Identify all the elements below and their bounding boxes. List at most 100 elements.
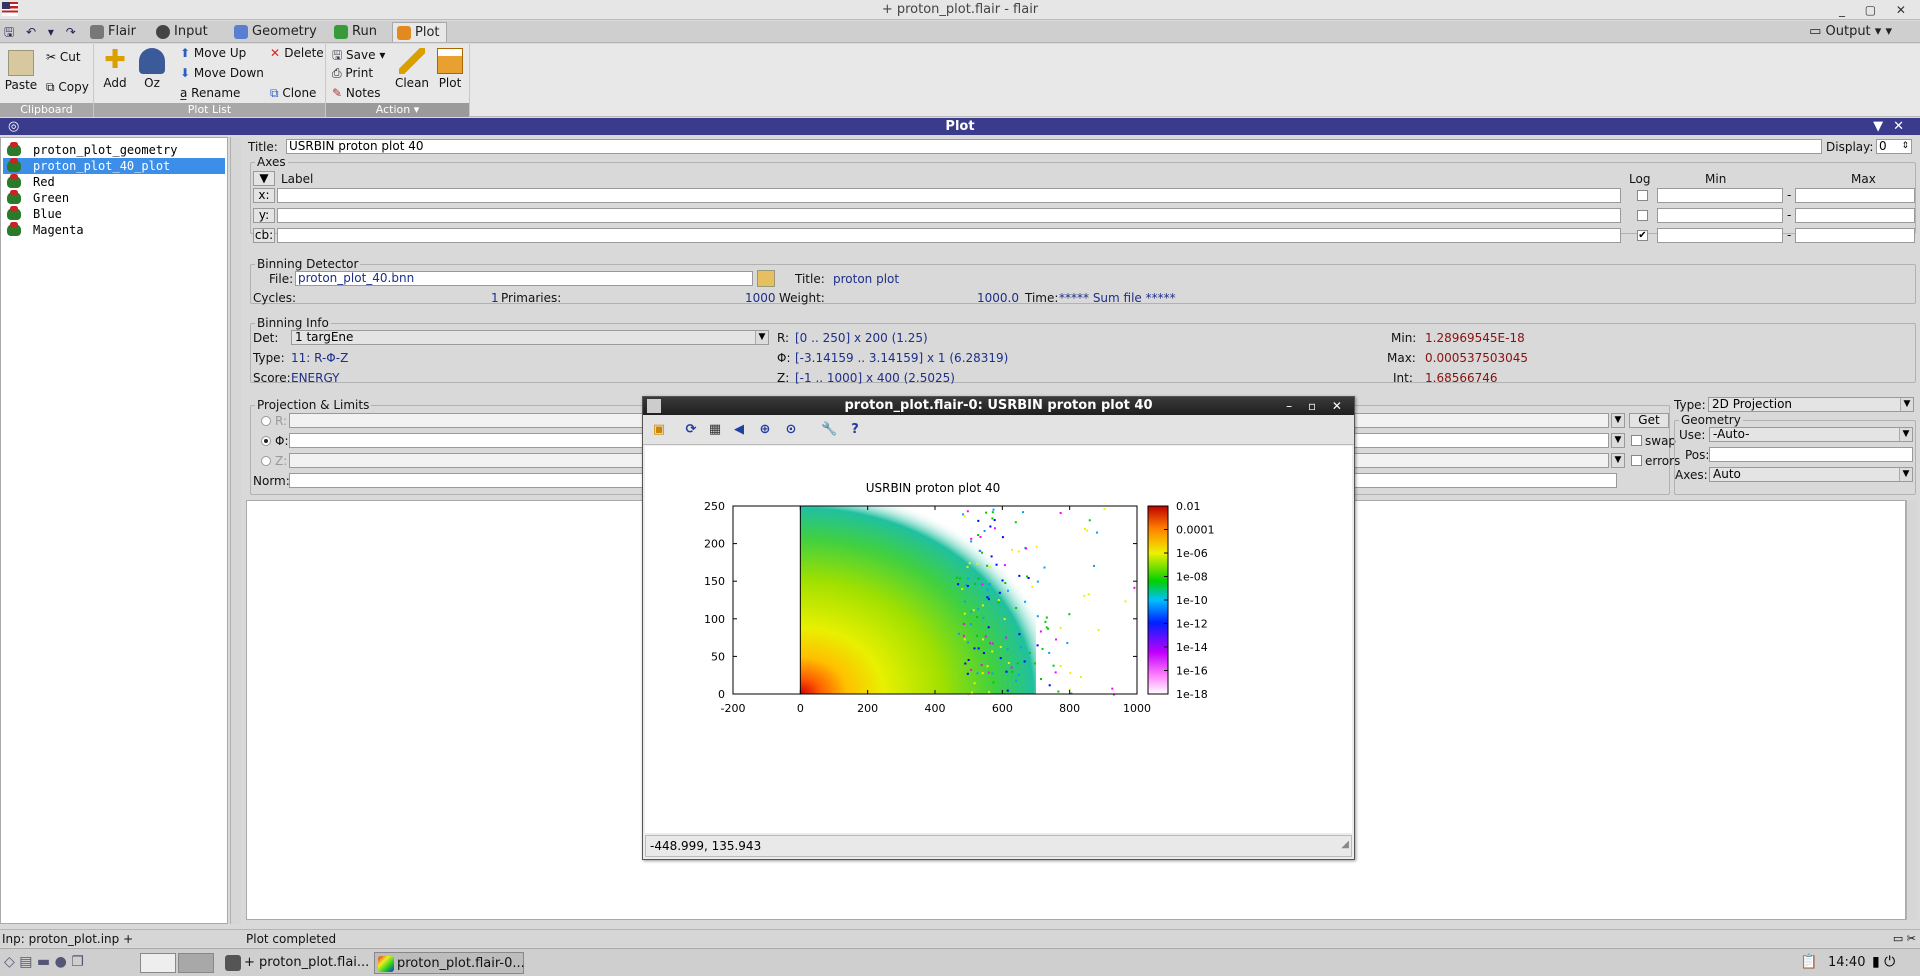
use-label: Use: bbox=[1679, 428, 1706, 442]
refresh-icon[interactable]: ⟳ bbox=[683, 422, 699, 438]
display-spinbox[interactable]: 0 ⇕ bbox=[1876, 139, 1912, 154]
x-axis-button[interactable]: x: bbox=[253, 188, 275, 203]
clipboard-tray-icon[interactable]: 📋 bbox=[1800, 954, 1817, 970]
cb-label-input[interactable] bbox=[277, 228, 1621, 243]
detector-select[interactable]: 1 targEne ▼ bbox=[291, 330, 769, 345]
oz-button[interactable]: Oz bbox=[136, 48, 168, 90]
move-up-button[interactable]: ⬆ Move Up bbox=[180, 46, 246, 60]
workspace-1[interactable] bbox=[140, 953, 176, 973]
weight-value: 1000.0 bbox=[977, 291, 1019, 305]
cb-axis-button[interactable]: cb: bbox=[253, 228, 275, 243]
geometry-use-select[interactable]: -Auto- ▼ bbox=[1709, 427, 1913, 442]
taskbar-plot-window[interactable]: proton_plot.flair-0... bbox=[374, 952, 525, 974]
add-button[interactable]: ✚ Add bbox=[100, 47, 130, 90]
axes-menu-button[interactable]: ▼ bbox=[253, 171, 275, 186]
get-button[interactable]: Get bbox=[1629, 413, 1669, 428]
panel-controls[interactable]: ▼✕ bbox=[1873, 118, 1914, 135]
heat-region bbox=[800, 506, 1036, 694]
clean-button[interactable]: Clean bbox=[394, 48, 430, 90]
panel-menu-icon[interactable]: ◎ bbox=[8, 118, 19, 135]
plot-button[interactable]: Plot bbox=[434, 48, 466, 90]
rename-button[interactable]: a̲ Rename bbox=[180, 86, 240, 100]
heat-cell bbox=[1031, 585, 1034, 588]
zoom-fit-icon[interactable]: ⊙ bbox=[783, 422, 799, 438]
y-axis-button[interactable]: y: bbox=[253, 208, 275, 223]
x-max-input[interactable] bbox=[1795, 188, 1915, 203]
move-down-button[interactable]: ⬇ Move Down bbox=[180, 66, 264, 80]
tab-plot[interactable]: Plot bbox=[392, 22, 447, 42]
y-max-input[interactable] bbox=[1795, 208, 1915, 223]
phi-info-label: Φ: bbox=[777, 351, 791, 365]
clone-button[interactable]: ⧉ Clone bbox=[270, 86, 316, 101]
workspace-2[interactable] bbox=[178, 953, 214, 973]
phi-limits-dropdown[interactable]: ▼ bbox=[1611, 433, 1625, 448]
notes-button[interactable]: ✎ Notes bbox=[332, 86, 381, 100]
launcher-icons[interactable]: ◇ ▤ ▬ ● ❐ bbox=[4, 954, 84, 970]
print-button[interactable]: ⎙ Print bbox=[332, 66, 373, 81]
list-item[interactable]: proton_plot_40_plot bbox=[3, 158, 225, 174]
y-label-input[interactable] bbox=[277, 208, 1621, 223]
heat-cell bbox=[1003, 564, 1006, 567]
colorbar-tick-label: 0.01 bbox=[1176, 500, 1201, 513]
tab-geometry[interactable]: Geometry bbox=[230, 22, 323, 42]
proj-type-select[interactable]: 2D Projection ▼ bbox=[1708, 397, 1914, 412]
r-radio[interactable] bbox=[261, 416, 271, 426]
plot-window-controls[interactable]: – ▫ ✕ bbox=[1286, 397, 1348, 415]
int-info-label: Int: bbox=[1393, 371, 1413, 385]
tray-status-icons[interactable]: ▮ ⏻ bbox=[1872, 954, 1895, 970]
list-item[interactable]: Green bbox=[3, 190, 225, 206]
list-item[interactable]: Magenta bbox=[3, 222, 225, 238]
y-log-checkbox[interactable] bbox=[1637, 210, 1648, 221]
taskbar-flair-window[interactable]: + proton_plot.flai... bbox=[222, 952, 372, 974]
plot-canvas[interactable]: USRBIN proton plot 40 -200 0 200 400 600 800 1… bbox=[645, 446, 1352, 833]
x-log-checkbox[interactable] bbox=[1637, 190, 1648, 201]
list-item[interactable]: Red bbox=[3, 174, 225, 190]
delete-icon: ✕ bbox=[270, 46, 285, 60]
paste-button[interactable]: Paste bbox=[4, 50, 38, 92]
help-icon[interactable]: ? bbox=[847, 422, 863, 438]
cut-button[interactable]: ✂ Cut bbox=[46, 50, 81, 64]
cb-max-input[interactable] bbox=[1795, 228, 1915, 243]
z-limits-dropdown[interactable]: ▼ bbox=[1611, 453, 1625, 468]
geometry-axes-select[interactable]: Auto ▼ bbox=[1709, 467, 1913, 482]
zoom-prev-icon[interactable]: ◀ bbox=[731, 422, 747, 438]
list-scrollbar[interactable] bbox=[230, 137, 241, 924]
quick-access-icons[interactable]: 🖫 ↶ ▾ ↷ bbox=[4, 23, 80, 44]
use-value: -Auto- bbox=[1713, 427, 1750, 441]
geometry-pos-input[interactable] bbox=[1709, 447, 1913, 462]
tray-icons[interactable]: ▭ ✂ bbox=[1893, 932, 1916, 945]
output-button[interactable]: ▭ Output ▾ ▾ bbox=[1809, 22, 1892, 42]
heat-cell bbox=[1044, 620, 1047, 623]
z-radio[interactable] bbox=[261, 456, 271, 466]
tab-run[interactable]: Run bbox=[330, 22, 383, 42]
settings-wrench-icon[interactable]: 🔧 bbox=[821, 422, 837, 438]
save-button[interactable]: 🖫 Save ▾ bbox=[332, 46, 385, 67]
list-item[interactable]: Blue bbox=[3, 206, 225, 222]
r-limits-dropdown[interactable]: ▼ bbox=[1611, 413, 1625, 428]
phi-radio[interactable] bbox=[261, 436, 271, 446]
x-min-input[interactable] bbox=[1657, 188, 1783, 203]
cb-min-input[interactable] bbox=[1657, 228, 1783, 243]
list-item[interactable]: proton_plot_geometry bbox=[3, 142, 225, 158]
errors-checkbox[interactable] bbox=[1631, 455, 1642, 466]
file-input[interactable]: proton_plot_40.bnn bbox=[295, 271, 753, 286]
export-icon[interactable]: ▣ bbox=[651, 422, 667, 438]
grid-icon[interactable]: ▦ bbox=[707, 422, 723, 438]
copy-button[interactable]: ⧉ Copy bbox=[46, 80, 89, 95]
tab-input[interactable]: Input bbox=[152, 22, 214, 42]
folder-icon[interactable] bbox=[757, 270, 775, 287]
title-input[interactable]: USRBIN proton plot 40 bbox=[286, 139, 1822, 154]
delete-button[interactable]: ✕ Delete bbox=[270, 46, 324, 60]
notes-scrollbar[interactable] bbox=[1906, 500, 1917, 920]
window-controls[interactable]: _ ▢ ✕ bbox=[1839, 0, 1914, 20]
plot-window-titlebar[interactable]: proton_plot.flair-0: USRBIN proton plot … bbox=[643, 397, 1354, 415]
cb-log-checkbox[interactable]: ✔ bbox=[1637, 230, 1648, 241]
tab-flair[interactable]: Flair bbox=[86, 22, 142, 42]
heat-cell bbox=[977, 519, 980, 522]
zoom-in-icon[interactable]: ⊕ bbox=[757, 422, 773, 438]
x-label-input[interactable] bbox=[277, 188, 1621, 203]
action-group-label[interactable]: Action ▾ bbox=[326, 103, 469, 117]
y-min-input[interactable] bbox=[1657, 208, 1783, 223]
swap-checkbox[interactable] bbox=[1631, 435, 1642, 446]
resize-grip-icon[interactable]: ◢ bbox=[1341, 835, 1349, 855]
